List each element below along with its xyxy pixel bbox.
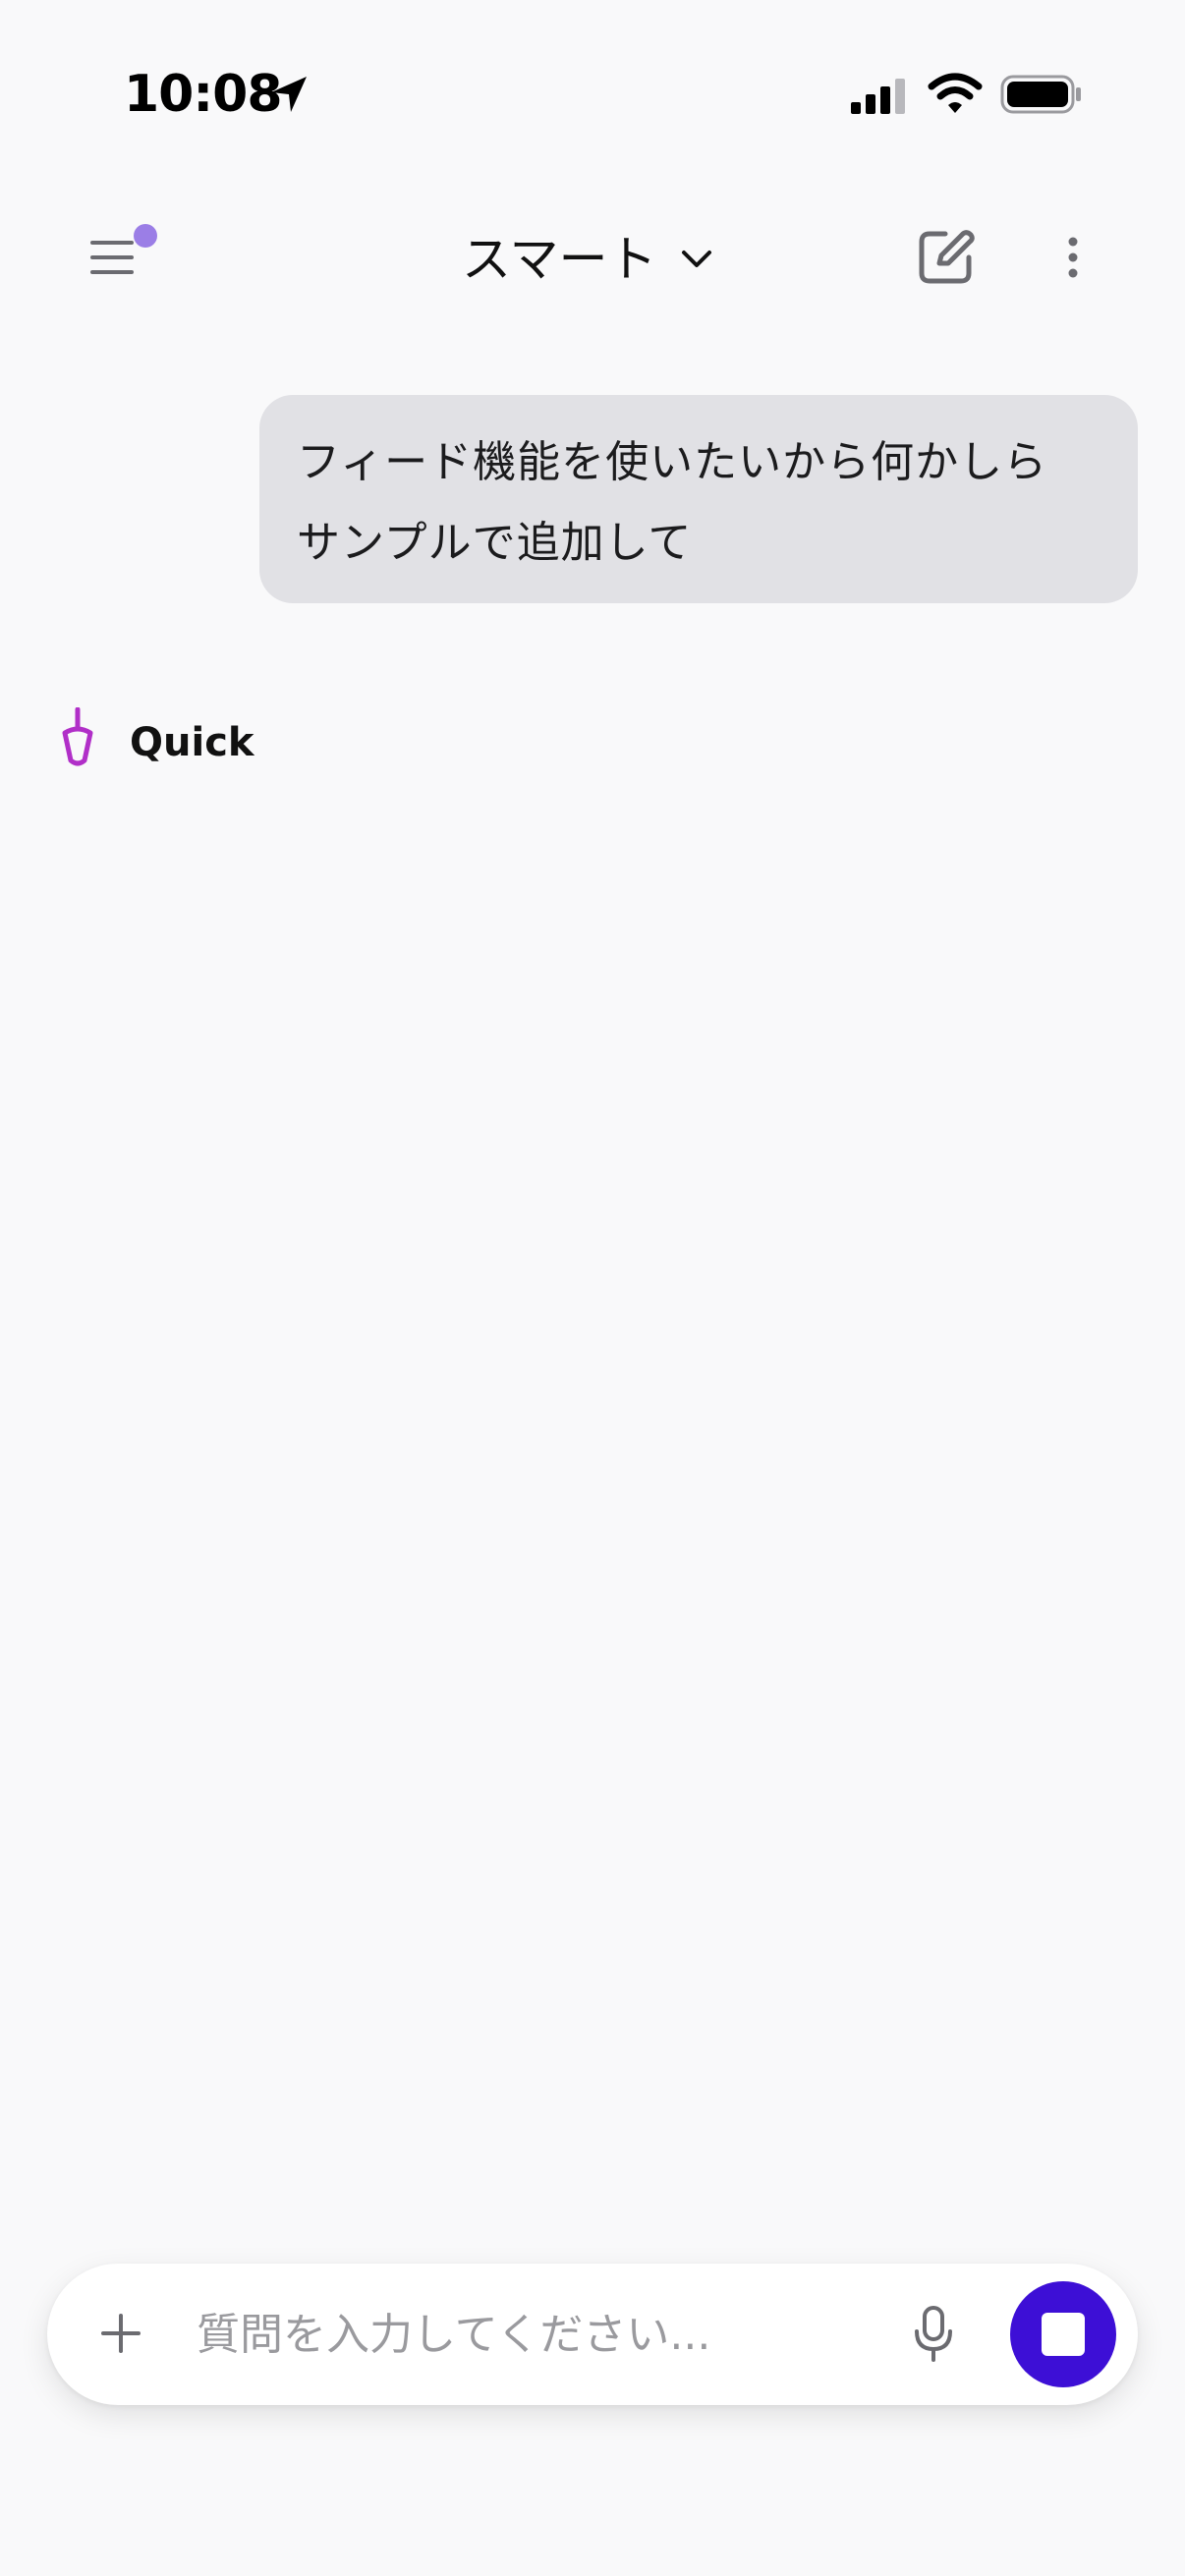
wifi-icon bbox=[928, 73, 983, 113]
stop-icon bbox=[1042, 2313, 1085, 2356]
model-label: スマート bbox=[462, 231, 657, 288]
plus-icon bbox=[101, 2314, 141, 2353]
assistant-name: Quick bbox=[130, 720, 254, 765]
microphone-button[interactable] bbox=[902, 2297, 965, 2372]
cellular-signal-icon bbox=[851, 79, 905, 114]
model-selector[interactable]: スマート bbox=[462, 222, 712, 297]
user-message-text: フィード機能を使いたいから何かしら サンプルで追加して bbox=[297, 437, 1048, 568]
stop-generation-button[interactable] bbox=[1010, 2281, 1116, 2387]
message-input[interactable] bbox=[197, 2295, 865, 2374]
new-chat-button[interactable] bbox=[910, 222, 981, 293]
quick-assistant-icon bbox=[62, 707, 93, 766]
add-attachment-button[interactable] bbox=[86, 2299, 155, 2368]
more-vertical-icon bbox=[1068, 237, 1078, 278]
user-message-bubble: フィード機能を使いたいから何かしら サンプルで追加して bbox=[259, 395, 1138, 603]
location-arrow-icon bbox=[271, 77, 307, 112]
battery-icon bbox=[1000, 75, 1081, 114]
notification-dot bbox=[134, 224, 157, 248]
status-time: 10:08 bbox=[124, 65, 283, 124]
more-options-button[interactable] bbox=[1045, 222, 1100, 293]
microphone-icon bbox=[915, 2306, 952, 2362]
chevron-down-icon bbox=[681, 251, 711, 267]
edit-icon bbox=[919, 230, 975, 284]
hamburger-menu-icon bbox=[90, 241, 134, 274]
